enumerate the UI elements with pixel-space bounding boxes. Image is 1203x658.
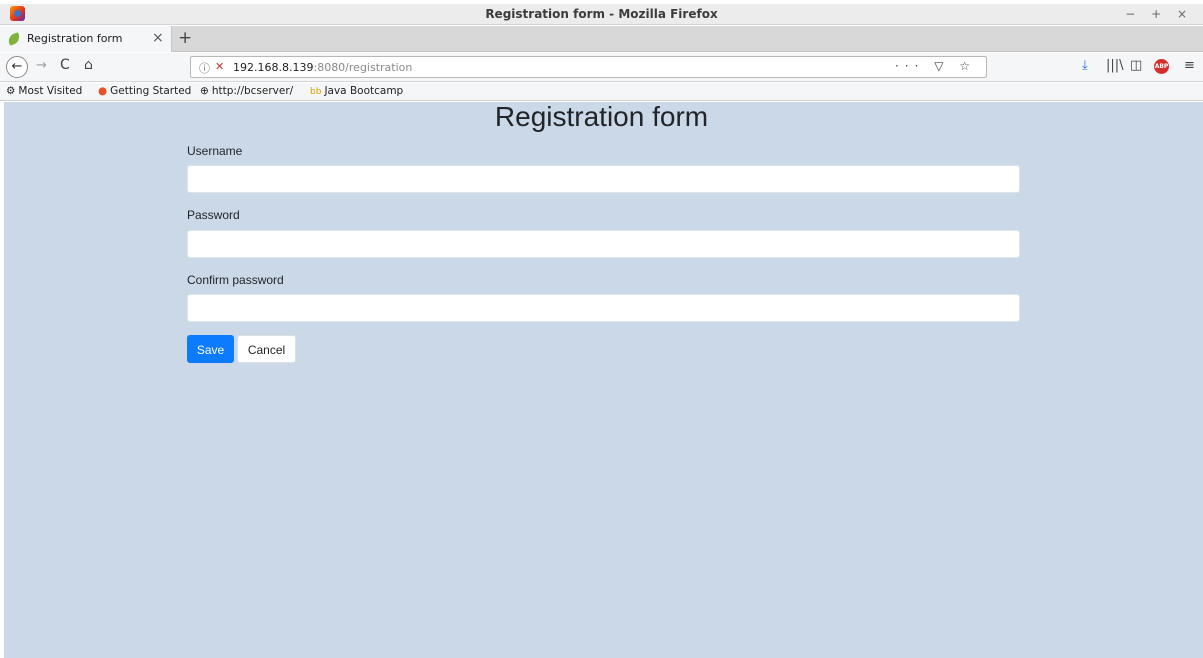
bookmark-label: Most Visited — [18, 85, 83, 97]
sidebar-icon[interactable]: ◫ — [1130, 58, 1142, 73]
adblock-icon[interactable]: ABP — [1154, 59, 1169, 74]
cancel-button[interactable]: Cancel — [237, 335, 296, 363]
bookmarks-toolbar: ⚙ Most Visited ● Getting Started ⊕ http://b… — [0, 83, 1203, 101]
bookmark-bcserver[interactable]: ⊕ http://bcserver/ — [200, 85, 293, 97]
bookmark-getting-started[interactable]: ● Getting Started — [98, 85, 191, 97]
tab-title: Registration form — [27, 32, 123, 45]
info-icon[interactable]: ⓘ — [199, 60, 210, 76]
page-title: Registration form — [494, 101, 709, 132]
url-text[interactable]: 192.168.8.139:8080/registration — [233, 61, 412, 74]
save-button[interactable]: Save — [187, 335, 234, 363]
globe-icon: ⊕ — [200, 85, 209, 97]
tab-close-icon[interactable]: × — [152, 30, 164, 46]
forward-button[interactable]: → — [36, 58, 47, 73]
bookmark-most-visited[interactable]: ⚙ Most Visited — [6, 85, 82, 97]
page-content: Registration form Username Password Conf… — [4, 102, 1203, 658]
bookmark-label: Getting Started — [110, 85, 192, 97]
url-bar[interactable]: ⓘ ✕ 192.168.8.139:8080/registration ··· … — [190, 56, 987, 78]
tab-bar: Registration form × + — [0, 26, 1203, 52]
toolbar-icons: ⤓ |||\ ◫ ABP ≡ — [1082, 58, 1200, 78]
bootcamp-icon: bb — [310, 87, 322, 97]
password-input[interactable] — [187, 230, 1020, 258]
download-icon[interactable]: ⤓ — [1082, 58, 1088, 73]
insecure-lock-icon[interactable]: ✕ — [215, 60, 224, 73]
bookmark-label: Java Bootcamp — [324, 85, 404, 97]
tab-registration-form[interactable]: Registration form × — [0, 26, 172, 52]
confirm-password-label: Confirm password — [187, 273, 284, 287]
username-label: Username — [187, 144, 243, 158]
url-host: 192.168.8.139 — [233, 61, 314, 74]
bookmark-java-bootcamp[interactable]: bb Java Bootcamp — [310, 85, 403, 97]
leaf-favicon-icon — [6, 32, 22, 46]
firefox-bookmark-icon: ● — [98, 85, 108, 97]
back-button[interactable]: ← — [6, 56, 28, 78]
url-path: :8080/registration — [313, 61, 413, 74]
confirm-password-input[interactable] — [187, 294, 1020, 322]
password-label: Password — [187, 208, 240, 222]
bookmark-label: http://bcserver/ — [211, 85, 294, 97]
username-input[interactable] — [187, 165, 1020, 193]
gear-icon: ⚙ — [6, 85, 16, 97]
home-button[interactable]: ⌂ — [84, 57, 93, 73]
url-actions[interactable]: ··· ▽ ☆ — [895, 59, 976, 73]
hamburger-menu-icon[interactable]: ≡ — [1184, 58, 1195, 73]
new-tab-button[interactable]: + — [178, 28, 192, 48]
window-controls[interactable]: − + × — [1125, 7, 1193, 21]
reload-button[interactable]: C — [60, 57, 70, 73]
window-title: Registration form - Mozilla Firefox — [485, 7, 718, 21]
window-titlebar: Registration form - Mozilla Firefox − + … — [0, 4, 1203, 25]
library-icon[interactable]: |||\ — [1106, 58, 1124, 73]
navigation-toolbar: ← → C ⌂ ⓘ ✕ 192.168.8.139:8080/registrat… — [0, 53, 1203, 82]
